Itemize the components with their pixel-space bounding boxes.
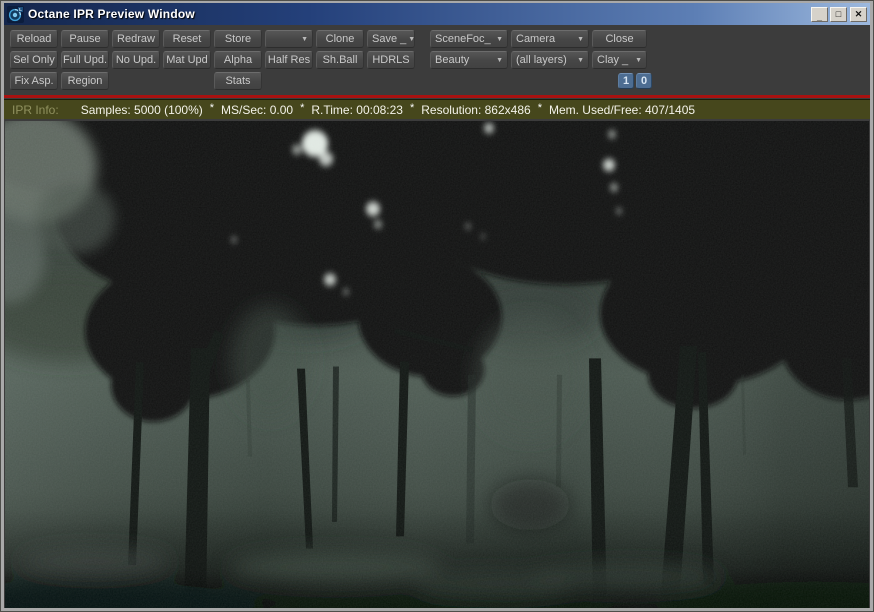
ipr-resolution: Resolution: 862x486 [421, 102, 531, 117]
hdrls-button-label: HDRLS [372, 54, 410, 66]
layers-dropdown-label: (all layers) [516, 54, 567, 66]
toolbar-row-1: Reload Pause Redraw Reset Store ▼ Clone Save _ ▼… [10, 30, 864, 48]
svg-text:L: L [19, 7, 22, 12]
gpu-1-button[interactable]: 1 [618, 73, 634, 89]
half-res-button[interactable]: Half Res [265, 51, 313, 69]
full-update-button[interactable]: Full Upd. [61, 51, 109, 69]
ipr-info-label: IPR Info: [12, 102, 59, 117]
shader-ball-button[interactable]: Sh.Ball [316, 51, 364, 69]
stats-button[interactable]: Stats [214, 72, 262, 90]
save-dropdown[interactable]: Save _ ▼ [367, 30, 415, 48]
render-pass-dropdown-label: Beauty [435, 54, 470, 66]
render-preview-viewport[interactable] [5, 121, 869, 608]
reload-button-label: Reload [16, 33, 52, 45]
toolbar-spacer [418, 60, 430, 61]
ipr-separator: * [537, 101, 542, 114]
layers-dropdown[interactable]: (all layers) ▼ [511, 51, 589, 69]
mat-update-button[interactable]: Mat Upd [163, 51, 211, 69]
alpha-button[interactable]: Alpha [214, 51, 262, 69]
minimize-button[interactable]: _ [811, 6, 828, 22]
close-button[interactable]: Close [592, 30, 647, 48]
alpha-button-label: Alpha [223, 54, 253, 66]
stats-button-label: Stats [225, 75, 251, 87]
ipr-memory: Mem. Used/Free: 407/1405 [548, 102, 696, 117]
ipr-separator: * [409, 101, 415, 114]
chevron-down-icon: ▼ [301, 35, 308, 43]
toolbar: Reload Pause Redraw Reset Store ▼ Clone Save _ ▼… [4, 25, 870, 94]
hdrls-button[interactable]: HDRLS [367, 51, 415, 69]
window-title: Octane IPR Preview Window [28, 7, 195, 21]
store-button-label: Store [224, 33, 252, 45]
chevron-down-icon: ▼ [577, 56, 584, 64]
save-dropdown-label: Save _ [372, 33, 407, 45]
gpu-0-button-label: 0 [640, 75, 648, 87]
close-window-button[interactable]: ✕ [850, 6, 867, 22]
no-update-button-label: No Upd. [115, 54, 157, 66]
toolbar-spacer [418, 39, 430, 40]
reset-button-label: Reset [172, 33, 202, 45]
gpu-0-button[interactable]: 0 [636, 73, 652, 89]
chevron-down-icon: ▼ [635, 56, 642, 64]
toolbar-row-3: Fix Asp. Region Stats 1 0 [10, 72, 864, 90]
store-button[interactable]: Store [214, 30, 262, 48]
ipr-render-time: R.Time: 00:08:23 [311, 102, 403, 117]
sel-only-button-label: Sel Only [13, 54, 55, 66]
ipr-separator: * [209, 101, 215, 114]
gpu-1-button-label: 1 [622, 75, 630, 87]
redraw-button-label: Redraw [117, 33, 155, 45]
scene-focus-dropdown[interactable]: SceneFoc_ ▼ [430, 30, 508, 48]
maximize-button[interactable]: □ [830, 6, 847, 22]
ipr-info-bar: IPR Info: Samples: 5000 (100%) * MS/Sec:… [4, 99, 870, 119]
chevron-down-icon: ▼ [496, 56, 503, 64]
ipr-ms-per-sec: MS/Sec: 0.00 [221, 102, 294, 117]
region-button-label: Region [67, 75, 103, 87]
fix-aspect-button-label: Fix Asp. [14, 75, 54, 87]
clone-button-label: Clone [325, 33, 355, 45]
divider-red-line [4, 95, 870, 98]
ipr-samples: Samples: 5000 (100%) [80, 102, 203, 117]
reset-button[interactable]: Reset [163, 30, 211, 48]
toolbar-spacer [112, 81, 214, 82]
toolbar-row-2: Sel Only Full Upd. No Upd. Mat Upd Alpha Half… [10, 51, 864, 69]
titlebar[interactable]: L Octane IPR Preview Window _ □ ✕ [4, 3, 870, 25]
pause-button-label: Pause [69, 33, 101, 45]
toolbar-spacer [265, 81, 618, 82]
render-image [5, 121, 869, 608]
sel-only-button[interactable]: Sel Only [10, 51, 58, 69]
pause-button[interactable]: Pause [61, 30, 109, 48]
clay-mode-dropdown[interactable]: Clay _ ▼ [592, 51, 647, 69]
ipr-separator: * [300, 101, 305, 114]
shader-ball-button-label: Sh.Ball [322, 54, 358, 66]
render-pass-dropdown[interactable]: Beauty ▼ [430, 51, 508, 69]
no-update-button[interactable]: No Upd. [112, 51, 160, 69]
full-update-button-label: Full Upd. [62, 54, 108, 66]
close-button-label: Close [605, 33, 634, 45]
scene-focus-dropdown-label: SceneFoc_ [435, 33, 491, 45]
octane-logo-icon: L [7, 5, 24, 23]
region-button[interactable]: Region [61, 72, 109, 90]
fix-aspect-button[interactable]: Fix Asp. [10, 72, 58, 90]
mat-update-button-label: Mat Upd [166, 54, 208, 66]
camera-dropdown[interactable]: Camera ▼ [511, 30, 589, 48]
reload-button[interactable]: Reload [10, 30, 58, 48]
chevron-down-icon: ▼ [496, 35, 503, 43]
clay-mode-dropdown-label: Clay _ [597, 54, 629, 66]
store-slot-dropdown[interactable]: ▼ [265, 30, 313, 48]
octane-ipr-window: L Octane IPR Preview Window _ □ ✕ Reload… [0, 0, 874, 612]
chevron-down-icon: ▼ [577, 35, 584, 43]
app-body: Reload Pause Redraw Reset Store ▼ Clone Save _ ▼… [4, 25, 870, 608]
redraw-button[interactable]: Redraw [112, 30, 160, 48]
clone-button[interactable]: Clone [316, 30, 364, 48]
half-res-button-label: Half Res [267, 54, 311, 66]
camera-dropdown-label: Camera [516, 33, 556, 45]
chevron-down-icon: ▼ [408, 35, 415, 43]
